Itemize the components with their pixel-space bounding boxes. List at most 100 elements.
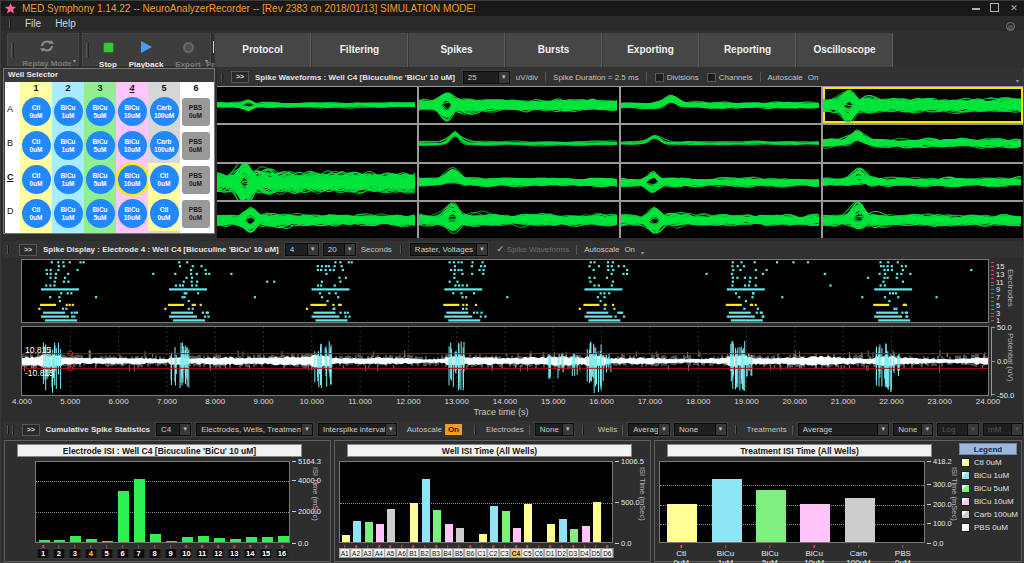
waveform-cell-2[interactable] [419,87,619,123]
x-category-B3[interactable]: B3 [430,548,442,558]
waveform-cell-5[interactable] [217,125,417,161]
x-category-9[interactable]: 9 [164,548,177,559]
group-expand-icon[interactable]: ▾ [73,57,76,64]
spike-waveforms-expand-button[interactable]: >> [231,71,249,83]
close-button[interactable]: ✕ [1009,3,1019,13]
minimize-button[interactable] [972,3,980,10]
waveform-cell-4[interactable] [823,87,1023,123]
well-col-header-6[interactable]: 6 [180,83,212,93]
waveform-cell-9[interactable] [217,164,417,200]
autoscale-on-badge[interactable]: On [445,424,462,435]
tab-spikes[interactable]: Spikes [408,33,505,67]
x-category-C6[interactable]: C6 [533,548,545,558]
x-category-D2[interactable]: D2 [556,548,568,558]
well-A2[interactable]: BiCu1uM [54,97,83,126]
x-category-D3[interactable]: D3 [567,548,579,558]
scale-dropdown[interactable]: 25▼ [463,71,510,84]
well-col-header-5[interactable]: 5 [148,83,180,93]
well-D4[interactable]: BiCu10uM [118,199,147,228]
waveform-cell-16[interactable] [823,202,1023,238]
x-category-12[interactable]: 12 [212,548,225,559]
x-category-10[interactable]: 10 [180,548,193,559]
waveform-cell-14[interactable] [419,202,619,238]
well-B4[interactable]: BiCu10uM [118,131,147,160]
waveform-cell-11[interactable] [621,164,821,200]
well-col-header-2[interactable]: 2 [52,83,84,93]
wells-dropdown[interactable]: None▼ [674,423,727,436]
divisions-checkbox[interactable] [655,73,664,82]
x-category-C5[interactable]: C5 [522,548,534,558]
well-row-header-B[interactable]: B [7,138,20,148]
x-category-D1[interactable]: D1 [544,548,556,558]
window-dropdown[interactable]: 20▼ [323,243,356,256]
x-category-B4[interactable]: B4 [442,548,454,558]
waveform-cell-10[interactable] [419,164,619,200]
stats-metric-dropdown[interactable]: Interspike interval▼ [318,423,397,436]
well-A5[interactable]: Carb100uM [150,97,179,126]
toolbar-expand-icon[interactable]: ▾ [641,249,644,256]
well-col-header-1[interactable]: 1 [20,83,52,93]
well-D5[interactable]: Ctl0uM [150,199,179,228]
well-B2[interactable]: BiCu1uM [54,131,83,160]
well-B1[interactable]: Ctl0uM [22,131,51,160]
tab-reporting[interactable]: Reporting [699,33,796,67]
stats-well-dropdown[interactable]: C4▼ [156,423,191,436]
tab-filtering[interactable]: Filtering [311,33,408,67]
x-category-15[interactable]: 15 [260,548,273,559]
tab-protocol[interactable]: Protocol [214,33,311,67]
waveform-cell-8[interactable] [823,125,1023,161]
x-category-A2[interactable]: A2 [350,548,362,558]
stats-expand-button[interactable]: >> [22,424,40,436]
autoscale-value[interactable]: On [808,73,819,82]
menu-help[interactable]: Help [55,18,76,29]
x-category-A3[interactable]: A3 [362,548,374,558]
well-D3[interactable]: BiCu5uM [86,199,115,228]
x-category-5[interactable]: 5 [100,548,113,559]
wells-agg-dropdown[interactable]: Average▼ [628,423,670,436]
well-col-header-4[interactable]: 4 [116,83,148,93]
replay-mode-button[interactable]: Replay Mode [20,37,74,68]
well-B6[interactable]: PBS0uM [182,132,210,160]
x-category-A5[interactable]: A5 [385,548,397,558]
x-category-D6[interactable]: D6 [602,548,614,558]
waveform-cell-3[interactable] [621,87,821,123]
x-category-B6[interactable]: B6 [465,548,477,558]
waveform-cell-12[interactable] [823,164,1023,200]
well-B3[interactable]: BiCu5uM [86,131,115,160]
well-A3[interactable]: BiCu5uM [86,97,115,126]
electrode-dropdown[interactable]: 4▼ [285,243,319,256]
x-category-1[interactable]: 1 [37,548,50,559]
well-row-header-D[interactable]: D [7,206,20,216]
well-D1[interactable]: Ctl0uM [22,199,51,228]
waveform-cell-13[interactable] [217,202,417,238]
waveform-cell-1[interactable] [217,87,417,123]
x-category-16[interactable]: 16 [276,548,289,559]
x-category-A6[interactable]: A6 [396,548,408,558]
x-category-A1[interactable]: A1 [339,548,351,558]
well-A1[interactable]: Ctl0uM [22,97,51,126]
maximize-button[interactable] [990,3,999,12]
waveform-cell-6[interactable] [419,125,619,161]
x-category-3[interactable]: 3 [68,548,81,559]
treatments-dropdown[interactable]: None▼ [893,423,933,436]
well-col-header-3[interactable]: 3 [84,83,116,93]
tab-bursts[interactable]: Bursts [505,33,602,67]
well-D2[interactable]: BiCu1uM [54,199,83,228]
waveform-cell-15[interactable] [621,202,821,238]
autoscale-value[interactable]: On [624,245,635,254]
group-expand-icon[interactable]: ▾ [205,57,208,64]
stats-group-dropdown[interactable]: Electrodes, Wells, Treatments▼ [196,423,313,436]
well-A6[interactable]: PBS0uM [182,98,210,126]
tab-exporting[interactable]: Exporting [602,33,699,67]
x-category-D5[interactable]: D5 [590,548,602,558]
well-C4[interactable]: BiCu10uM [118,165,147,194]
x-category-C3[interactable]: C3 [499,548,511,558]
x-category-B2[interactable]: B2 [419,548,431,558]
x-category-C4[interactable]: C4 [510,548,522,558]
x-category-B1[interactable]: B1 [407,548,419,558]
x-category-2[interactable]: 2 [52,548,65,559]
x-category-4[interactable]: 4 [84,548,97,559]
x-category-11[interactable]: 11 [196,548,209,559]
x-category-6[interactable]: 6 [116,548,129,559]
well-C5[interactable]: Ctl0uM [150,165,179,194]
